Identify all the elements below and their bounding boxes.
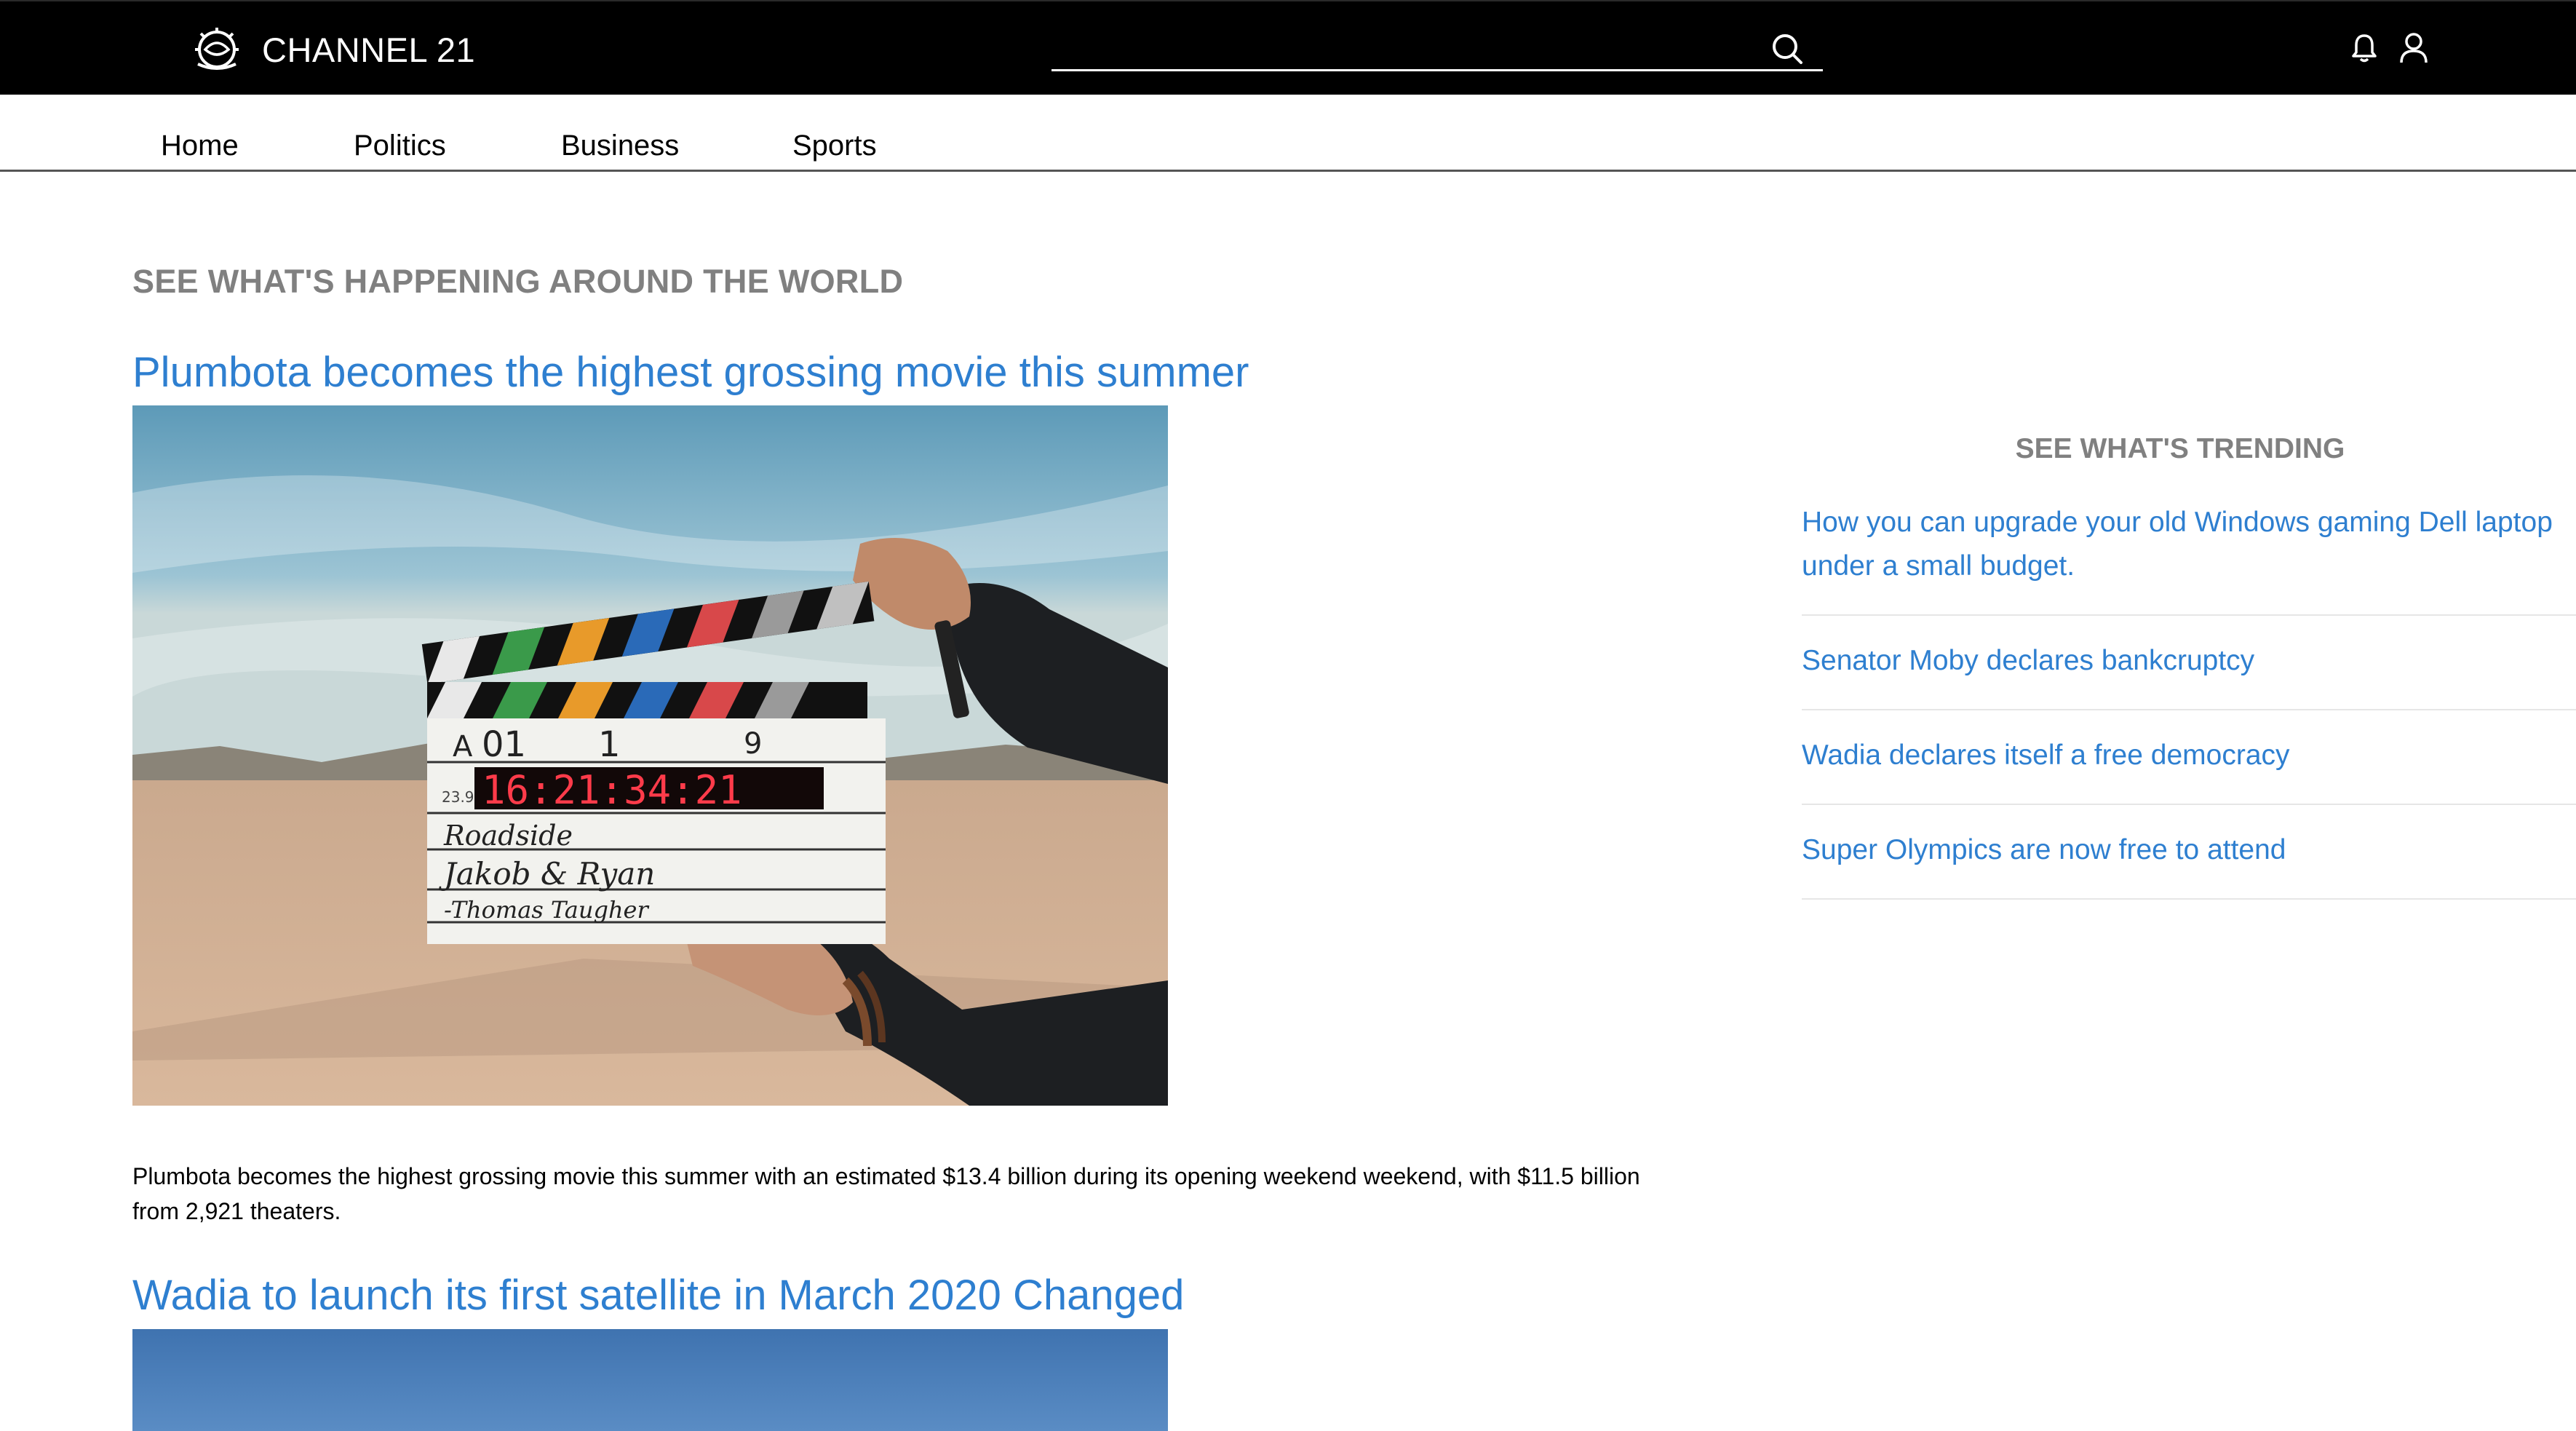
trending-item: Wadia declares itself a free democracy — [1802, 734, 2576, 805]
header-actions — [2349, 31, 2429, 66]
nav-item-business[interactable]: Business — [561, 130, 679, 162]
clapperboard-photo: A 01 1 9 23.98 16:21:34:21 Roadside Jako… — [132, 405, 1168, 1106]
article-image-2[interactable] — [132, 1329, 1168, 1431]
article-image[interactable]: A 01 1 9 23.98 16:21:34:21 Roadside Jako… — [132, 405, 1168, 1106]
svg-text:1: 1 — [598, 724, 621, 765]
article-title[interactable]: Plumbota becomes the highest grossing mo… — [132, 348, 1249, 397]
trending-list: How you can upgrade your old Windows gam… — [1802, 501, 2576, 923]
svg-text:9: 9 — [744, 727, 762, 761]
main-nav: Home Politics Business Sports — [0, 95, 2576, 172]
svg-text:Jakob & Ryan: Jakob & Ryan — [438, 856, 655, 892]
nav-item-politics[interactable]: Politics — [354, 130, 446, 162]
search-input[interactable] — [1052, 22, 1750, 67]
trending-item: Senator Moby declares bankcruptcy — [1802, 639, 2576, 710]
trending-link[interactable]: Senator Moby declares bankcruptcy — [1802, 639, 2576, 683]
search-icon[interactable] — [1768, 29, 1807, 68]
svg-text:A: A — [453, 730, 473, 764]
svg-text:16:21:34:21: 16:21:34:21 — [482, 767, 742, 813]
top-bar: CHANNEL 21 — [0, 0, 2576, 95]
nav-item-home[interactable]: Home — [161, 130, 239, 162]
nav-item-sports[interactable]: Sports — [792, 130, 877, 162]
astronaut-helmet-icon — [195, 28, 239, 70]
trending-link[interactable]: Super Olympics are now free to attend — [1802, 828, 2576, 872]
svg-text:-Thomas Taugher: -Thomas Taugher — [444, 896, 649, 924]
svg-text:Roadside: Roadside — [443, 820, 573, 852]
trending-link[interactable]: How you can upgrade your old Windows gam… — [1802, 501, 2576, 588]
svg-text:01: 01 — [482, 724, 526, 765]
user-icon[interactable] — [2398, 31, 2429, 66]
search-bar — [1052, 22, 1823, 71]
trending-item: How you can upgrade your old Windows gam… — [1802, 501, 2576, 616]
bell-icon[interactable] — [2349, 31, 2380, 66]
trending-heading: SEE WHAT'S TRENDING — [2015, 433, 2345, 464]
trending-item: Super Olympics are now free to attend — [1802, 828, 2576, 900]
brand[interactable]: CHANNEL 21 — [191, 23, 475, 76]
brand-name: CHANNEL 21 — [262, 30, 476, 69]
article-title-2[interactable]: Wadia to launch its first satellite in M… — [132, 1271, 1184, 1320]
section-heading: SEE WHAT'S HAPPENING AROUND THE WORLD — [132, 263, 904, 301]
article-summary: Plumbota becomes the highest grossing mo… — [132, 1163, 1640, 1224]
trending-link[interactable]: Wadia declares itself a free democracy — [1802, 734, 2576, 777]
